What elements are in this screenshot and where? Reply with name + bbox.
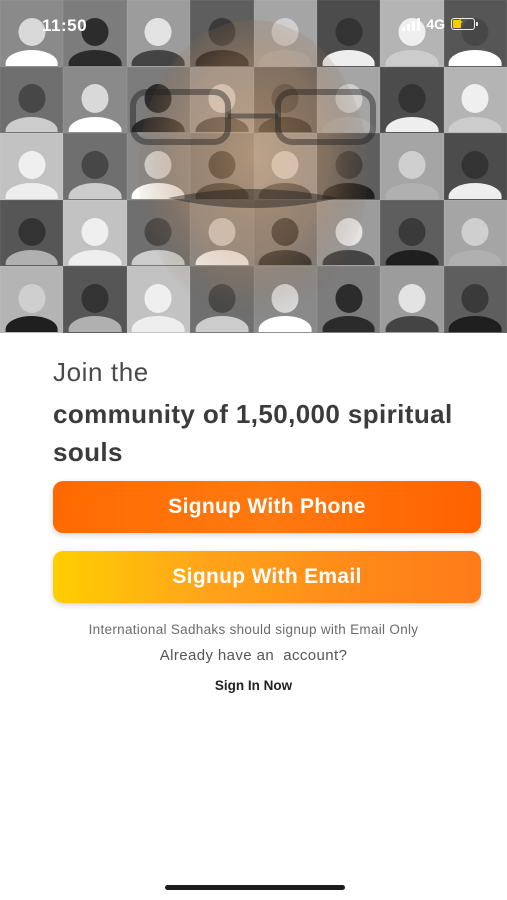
signup-phone-button[interactable]: Signup With Phone <box>53 481 481 533</box>
member-photo-tile <box>443 199 507 267</box>
member-photo-tile <box>316 66 381 134</box>
signup-content: Join the community of 1,50,000 spiritual… <box>0 333 507 900</box>
member-photo-tile <box>63 133 127 200</box>
member-photo-tile <box>126 133 191 200</box>
member-photo-tile <box>126 66 191 134</box>
signup-email-button[interactable]: Signup With Email <box>53 551 481 603</box>
member-photo-tile <box>316 199 381 267</box>
member-photo-tile <box>316 266 381 333</box>
member-photo-tile <box>190 66 254 134</box>
member-photo-tile <box>63 266 127 333</box>
international-signup-note: International Sadhaks should signup with… <box>88 622 419 637</box>
member-photo-tile <box>380 133 444 200</box>
member-photo-tile <box>126 266 191 333</box>
member-photo-tile <box>380 266 444 333</box>
member-photo-tile <box>190 133 254 200</box>
hero-community-mosaic <box>0 0 507 333</box>
join-text: Join the <box>53 357 149 387</box>
member-photo-tile <box>0 66 64 134</box>
photo-mosaic-grid <box>0 0 507 333</box>
status-bar: 11:50 4G ⚡ <box>0 0 507 48</box>
home-indicator-bar[interactable] <box>165 885 345 890</box>
member-photo-tile <box>126 199 191 267</box>
status-time: 11:50 <box>42 16 88 35</box>
member-photo-tile <box>253 133 317 200</box>
member-photo-tile <box>190 199 254 267</box>
member-photo-tile <box>316 133 381 200</box>
community-headline: community of 1,50,000 spiritual souls <box>53 399 453 467</box>
member-photo-tile <box>443 66 507 134</box>
member-photo-tile <box>0 199 64 267</box>
member-photo-tile <box>63 199 127 267</box>
member-photo-tile <box>253 266 317 333</box>
status-icons: 4G ⚡ <box>402 16 478 32</box>
signal-bars-icon <box>402 17 421 31</box>
member-photo-tile <box>253 66 317 134</box>
member-photo-tile <box>253 199 317 267</box>
sign-in-now-link[interactable]: Sign In Now <box>0 678 507 693</box>
member-photo-tile <box>380 199 444 267</box>
member-photo-tile <box>190 266 254 333</box>
network-type-label: 4G <box>426 16 445 32</box>
battery-charging-icon: ⚡ <box>451 16 478 30</box>
member-photo-tile <box>0 266 64 333</box>
member-photo-tile <box>0 133 64 200</box>
member-photo-tile <box>443 133 507 200</box>
member-photo-tile <box>63 66 127 134</box>
already-have-account-text: Already have an account? <box>159 647 348 664</box>
member-photo-tile <box>443 266 507 333</box>
member-photo-tile <box>380 66 444 134</box>
